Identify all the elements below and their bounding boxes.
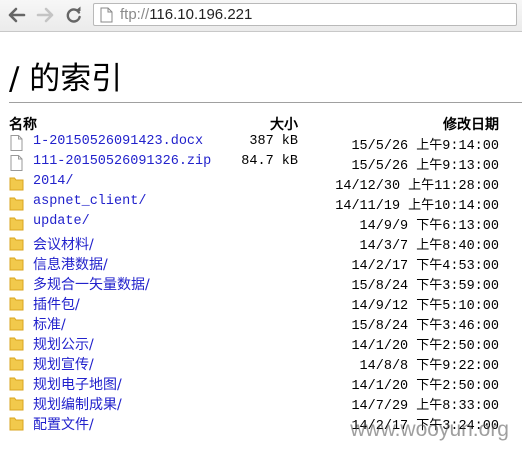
modified-date: 15/8/24 下午3:46:00: [351, 318, 499, 334]
modified-date: 14/9/12 下午5:10:00: [351, 298, 499, 314]
folder-icon: [9, 397, 24, 411]
folder-link[interactable]: aspnet_client/: [33, 194, 146, 209]
table-row: 规划公示/ 14/1/20 下午2:50:00: [0, 333, 522, 354]
folder-link[interactable]: 信息港数据/: [33, 254, 108, 274]
url-text: ftp://116.10.196.221: [120, 6, 252, 23]
folder-icon: [9, 317, 24, 331]
folder-link[interactable]: 配置文件/: [33, 414, 94, 434]
folder-icon: [9, 197, 24, 211]
folder-icon: [9, 337, 24, 351]
page-icon: [100, 7, 113, 23]
table-row: 规划宣传/ 14/8/8 下午9:22:00: [0, 353, 522, 374]
table-row: 信息港数据/ 14/2/17 下午4:53:00: [0, 253, 522, 274]
table-row: 规划电子地图/ 14/1/20 下午2:50:00: [0, 373, 522, 394]
modified-date: 14/8/8 下午9:22:00: [359, 358, 499, 374]
modified-date: 14/11/19 上午10:14:00: [335, 198, 499, 214]
table-row: 2014/ 14/12/30 上午11:28:00: [0, 173, 522, 194]
arrow-left-icon: [8, 7, 26, 23]
folder-link[interactable]: 规划公示/: [33, 334, 94, 354]
directory-listing: 1-20150526091423.docx 387 kB 15/5/26 上午9…: [0, 133, 522, 434]
table-row: 111-20150526091326.zip 84.7 kB 15/5/26 上…: [0, 153, 522, 174]
modified-date: 14/9/9 下午6:13:00: [359, 218, 499, 234]
modified-date: 14/12/30 上午11:28:00: [335, 178, 499, 194]
table-row: 多规合一矢量数据/ 15/8/24 下午3:59:00: [0, 273, 522, 294]
forward-button[interactable]: [35, 5, 55, 25]
folder-icon: [9, 217, 24, 231]
folder-icon: [9, 377, 24, 391]
modified-date: 15/8/24 下午3:59:00: [351, 278, 499, 294]
modified-date: 14/1/20 下午2:50:00: [351, 378, 499, 394]
table-row: update/ 14/9/9 下午6:13:00: [0, 213, 522, 234]
modified-date: 15/5/26 上午9:13:00: [351, 158, 499, 174]
watermark: www.wooyun.org: [350, 418, 509, 441]
table-row: 插件包/ 14/9/12 下午5:10:00: [0, 293, 522, 314]
folder-icon: [9, 257, 24, 271]
table-row: 会议材料/ 14/3/7 上午8:40:00: [0, 233, 522, 254]
page-title: / 的索引: [9, 61, 123, 97]
url-host: 116.10.196.221: [149, 6, 253, 23]
modified-date: 14/2/17 下午4:53:00: [351, 258, 499, 274]
folder-link[interactable]: 规划电子地图/: [33, 374, 122, 394]
folder-icon: [9, 237, 24, 251]
table-row: aspnet_client/ 14/11/19 上午10:14:00: [0, 193, 522, 214]
reload-button[interactable]: [64, 5, 84, 25]
table-row: 1-20150526091423.docx 387 kB 15/5/26 上午9…: [0, 133, 522, 154]
folder-link[interactable]: 多规合一矢量数据/: [33, 274, 150, 294]
folder-icon: [9, 417, 24, 431]
file-icon: [10, 135, 23, 151]
modified-date: 14/1/20 下午2:50:00: [351, 338, 499, 354]
folder-link[interactable]: 会议材料/: [33, 234, 94, 254]
folder-link[interactable]: 规划宣传/: [33, 354, 94, 374]
folder-link[interactable]: update/: [33, 214, 90, 229]
modified-date: 14/3/7 上午8:40:00: [359, 238, 499, 254]
folder-link[interactable]: 规划编制成果/: [33, 394, 122, 414]
folder-icon: [9, 297, 24, 311]
table-row: 规划编制成果/ 14/7/29 上午8:33:00: [0, 393, 522, 414]
modified-date: 15/5/26 上午9:14:00: [351, 138, 499, 154]
file-link[interactable]: 1-20150526091423.docx: [33, 134, 203, 149]
back-button[interactable]: [7, 5, 27, 25]
column-header-name[interactable]: 名称: [9, 114, 37, 134]
folder-icon: [9, 277, 24, 291]
address-bar[interactable]: ftp://116.10.196.221: [93, 3, 517, 26]
folder-icon: [9, 177, 24, 191]
column-header-modified[interactable]: 修改日期: [443, 114, 499, 134]
header-divider: [9, 102, 522, 103]
reload-icon: [66, 6, 81, 23]
arrow-right-icon: [36, 7, 54, 23]
file-link[interactable]: 111-20150526091326.zip: [33, 154, 211, 169]
column-header-size[interactable]: 大小: [270, 114, 298, 134]
folder-icon: [9, 357, 24, 371]
modified-date: 14/7/29 上午8:33:00: [351, 398, 499, 414]
browser-toolbar: ftp://116.10.196.221: [0, 0, 522, 32]
folder-link[interactable]: 插件包/: [33, 294, 80, 314]
file-size: 387 kB: [249, 134, 298, 149]
file-size: 84.7 kB: [241, 154, 298, 169]
folder-link[interactable]: 标准/: [33, 314, 66, 334]
file-icon: [10, 155, 23, 171]
url-scheme: ftp://: [120, 6, 150, 23]
folder-link[interactable]: 2014/: [33, 174, 74, 189]
table-row: 标准/ 15/8/24 下午3:46:00: [0, 313, 522, 334]
